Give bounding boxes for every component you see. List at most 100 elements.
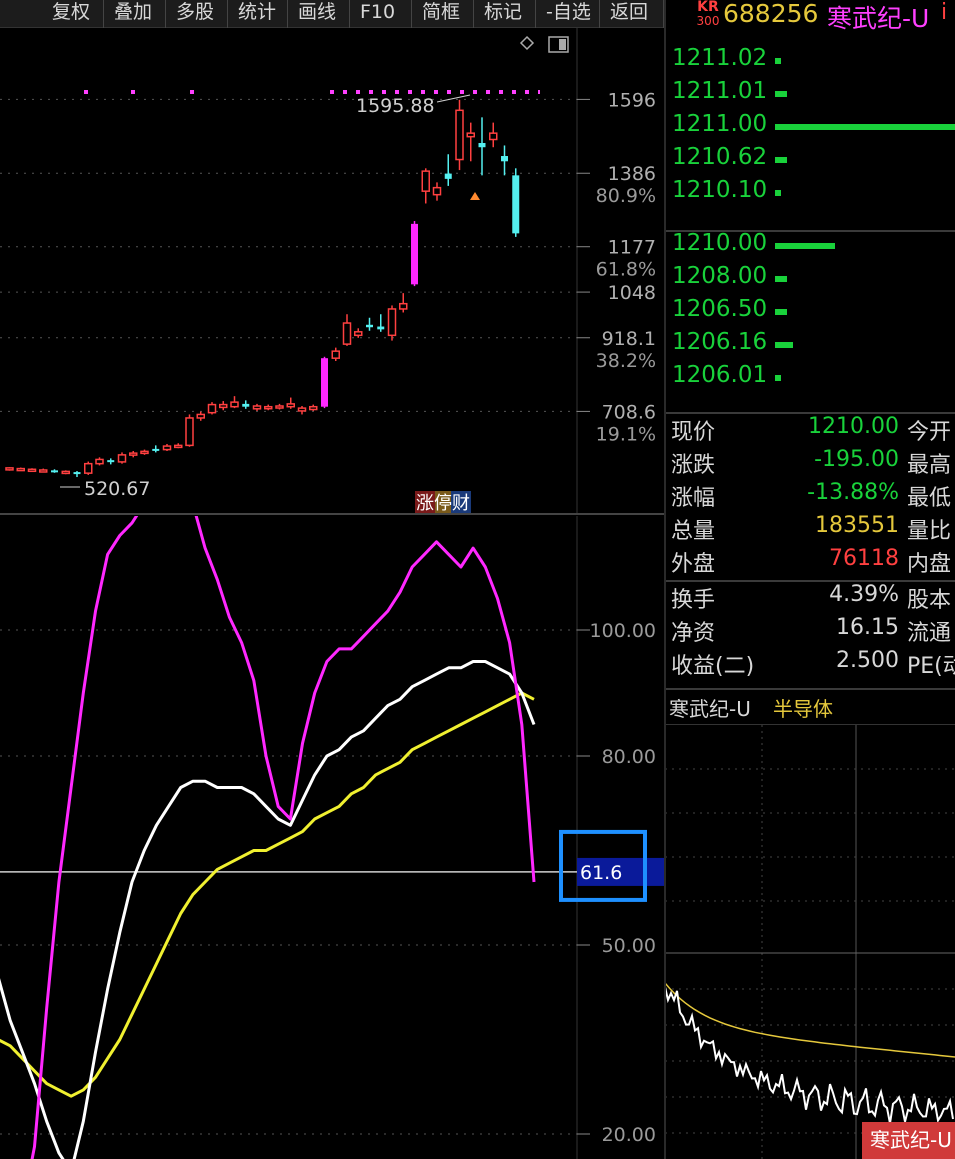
quote-row: 换手 4.39% 股本 (665, 582, 955, 615)
bid-volume-bar (775, 276, 787, 282)
price-axis-label: 708.6 (602, 401, 656, 423)
quote-row: 涨幅 -13.88% 最低 (665, 480, 955, 513)
candle (466, 122, 475, 162)
candle (140, 449, 149, 455)
info-icon[interactable]: i (941, 0, 947, 25)
toolbar-button-0[interactable]: 复权 (42, 0, 104, 28)
quote-row: 外盘 76118 内盘 (665, 546, 955, 579)
candle (432, 182, 442, 201)
ask-volume-bar (775, 91, 787, 97)
mini-price-line (665, 986, 954, 1124)
ask-price: 1210.62 (672, 144, 768, 170)
bid-row[interactable]: 1206.50 (666, 296, 955, 328)
toolbar-button-1[interactable]: 叠加 (104, 0, 166, 28)
candle (27, 468, 37, 473)
sector-tag[interactable]: 寒武纪-U (862, 1122, 955, 1159)
toolbar-button-9[interactable]: 返回 (600, 0, 664, 28)
candle (117, 452, 127, 464)
quote-value: 1210.00 (808, 414, 899, 439)
candle (455, 99, 464, 171)
candle (162, 443, 172, 452)
quote-table-2: 换手 4.39% 股本 净资 16.15 流通 收益(二) 2.500 PE(动 (665, 582, 955, 686)
price-axis-label: 1177 (608, 237, 656, 259)
quote-label: 现价 (671, 420, 716, 445)
toolbar-button-7[interactable]: 标记 (474, 0, 536, 28)
marker-dot (84, 90, 88, 94)
stock-header: KR 300 688256 寒武纪-U i (665, 0, 955, 33)
event-tag-tag_right: 财 (452, 493, 470, 514)
bid-row[interactable]: 1208.00 (666, 263, 955, 295)
quote-label-2: 股本 (907, 588, 952, 613)
indicator-axis-label: 20.00 (602, 1124, 656, 1146)
indicator-line-magenta (30, 516, 536, 1159)
candle (321, 356, 328, 409)
candle (219, 401, 228, 411)
ask-price: 1210.10 (672, 177, 768, 203)
candle (411, 221, 418, 287)
toolbar-button-4[interactable]: 画线 (288, 0, 350, 28)
bid-price: 1206.01 (672, 362, 768, 388)
event-tags[interactable]: 涨停财 (415, 491, 471, 514)
toolbar-button-3[interactable]: 统计 (228, 0, 288, 28)
quote-label-2: 内盘 (907, 552, 952, 577)
quote-value: 2.500 (836, 648, 899, 673)
pct-axis-label: 80.9% (596, 185, 656, 207)
marker-dot (190, 90, 194, 94)
bid-row[interactable]: 1206.16 (666, 329, 955, 361)
candle (387, 305, 397, 341)
signal-marker (470, 192, 480, 200)
candle (264, 404, 273, 411)
toolbar-button-5[interactable]: F10 (350, 0, 412, 28)
candle (61, 470, 70, 475)
bid-volume-bar (775, 309, 787, 315)
bid-price: 1210.00 (672, 230, 768, 256)
candle (342, 314, 352, 346)
indicator-axis-label: 100.00 (590, 620, 656, 642)
sector-industry[interactable]: 半导体 (773, 693, 833, 722)
bid-price: 1206.50 (672, 296, 768, 322)
candle (512, 168, 520, 237)
candle (95, 457, 104, 466)
bid-row[interactable]: 1206.01 (666, 362, 955, 394)
diamond-icon[interactable] (519, 35, 535, 51)
toolbar-button-2[interactable]: 多股 (166, 0, 228, 28)
ask-row[interactable]: 1211.00 (666, 111, 955, 143)
price-axis-label: 1048 (608, 282, 656, 304)
badge-top: KR (697, 0, 719, 15)
candle (501, 145, 508, 176)
bid-row[interactable]: 1210.00 (666, 230, 955, 262)
candle (309, 404, 318, 411)
indicator-chart[interactable]: 100.00 80.00 50.00 20.00 61.6 (0, 516, 665, 1159)
candle (152, 445, 160, 453)
candle (16, 467, 25, 472)
quote-label: 外盘 (671, 552, 716, 577)
intraday-mini-chart[interactable] (665, 725, 955, 1159)
ask-price: 1211.01 (672, 78, 768, 104)
candle (174, 443, 183, 449)
candle (230, 396, 239, 409)
ask-row[interactable]: 1211.01 (666, 78, 955, 110)
toolbar-button-6[interactable]: 简框 (412, 0, 474, 28)
candle (39, 468, 48, 473)
candle (51, 469, 58, 473)
pct-axis-label: 38.2% (596, 350, 656, 372)
ask-row[interactable]: 1211.02 (666, 45, 955, 77)
indicator-axis-label: 50.00 (602, 935, 656, 957)
candle (107, 458, 115, 465)
candle (478, 117, 486, 176)
ask-volume-bar (775, 58, 781, 64)
ask-row[interactable]: 1210.62 (666, 144, 955, 176)
bid-price: 1208.00 (672, 263, 768, 289)
quote-table: 现价 1210.00 今开 涨跌 -195.00 最高 涨幅 -13.88% 最低 总量 18355… (665, 414, 955, 580)
sector-header[interactable]: 寒武纪-U 半导体 (665, 690, 955, 725)
bid-volume-bar (775, 375, 781, 381)
quote-label-2: 今开 (907, 420, 952, 445)
quote-label: 净资 (671, 621, 716, 646)
candlestick-chart[interactable]: 1596 1386 1177 1048 918.1 708.6 80.9% 61.8% 38.2… (0, 28, 665, 515)
candle (354, 328, 363, 338)
ask-row[interactable]: 1210.10 (666, 177, 955, 209)
toolbar-button-8[interactable]: -自选 (536, 0, 600, 28)
candle (196, 411, 205, 421)
panel-toggle-icon-fill (559, 39, 566, 50)
quote-value: -13.88% (807, 480, 899, 505)
